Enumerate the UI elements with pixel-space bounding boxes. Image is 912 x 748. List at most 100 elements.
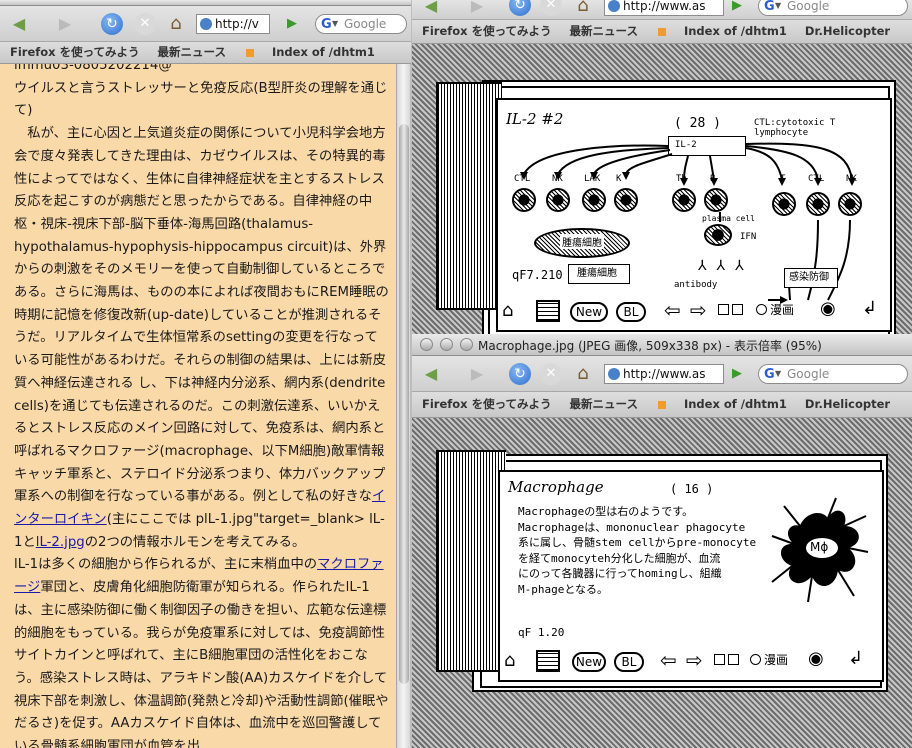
bookmark-dr-helicopter[interactable]: Dr.Helicopter <box>805 397 890 411</box>
bookmark-index[interactable]: Index of /dhtm1 <box>684 24 787 38</box>
cell-th <box>672 188 696 212</box>
home-icon[interactable]: ⌂ <box>502 300 513 321</box>
right-arrow-icon[interactable]: ⇨ <box>686 648 703 672</box>
plasma-cell <box>704 224 732 246</box>
return-icon[interactable]: ↲ <box>862 298 877 319</box>
go-button[interactable]: ▶ <box>728 0 746 16</box>
figure-icon[interactable] <box>732 304 743 315</box>
label-k: K <box>616 174 622 184</box>
zoom-window-button[interactable] <box>460 338 473 351</box>
forward-button[interactable]: ▶ <box>464 0 490 18</box>
return-icon[interactable]: ↲ <box>848 648 863 669</box>
new-button[interactable]: New <box>572 652 606 672</box>
left-browser-window: ◀ ▶ ↻ ✕ ⌂ http://v ▶ G ▼ Google Firefox を使… <box>0 0 411 748</box>
window-title: Macrophage.jpg (JPEG 画像, 509x338 px) - 表… <box>478 339 822 353</box>
article-id: immu03-0805202214@ <box>14 64 172 73</box>
bl-button[interactable]: BL <box>616 302 646 322</box>
manga-label: 漫画 <box>764 653 789 667</box>
forward-button[interactable]: ▶ <box>464 362 490 386</box>
book-icon[interactable] <box>536 300 560 322</box>
top-right-bookmarks-bar: Firefox を使ってみよう 最新ニュース Index of /dhtm1 Dr.H… <box>412 20 912 44</box>
infection-defense-box: 感染防御 <box>784 268 838 288</box>
left-arrow-icon[interactable]: ⇦ <box>664 298 681 322</box>
cell-k <box>614 188 638 212</box>
label-b: B <box>710 174 716 184</box>
paragraph-2b-text: 軍団と、皮膚角化細胞防衛軍が知られる。作られたlL-1は、主に感染防御に働く制御… <box>14 580 389 748</box>
back-button[interactable]: ◀ <box>6 12 32 36</box>
paragraph-1c-text: の2つの情報ホルモンを考えてみる。 <box>84 534 306 550</box>
go-button[interactable]: ▶ <box>728 364 746 384</box>
label-nk-right: NK <box>846 174 857 184</box>
url-field[interactable]: http://www.as <box>604 0 724 16</box>
scrollbar-thumb[interactable] <box>399 124 409 684</box>
body-line-2: Macrophageは、mononuclear phagocyte <box>518 520 746 534</box>
bookmark-index[interactable]: Index of /dhtm1 <box>684 397 787 411</box>
article-paragraph-2: lL-1は多くの細胞から作られるが、主に末梢血中のマクロファージ軍団と、皮膚角化… <box>14 554 390 748</box>
bookmark-news-label: 最新ニュース <box>569 24 638 38</box>
bookmark-firefox[interactable]: Firefox を使ってみよう <box>10 45 140 59</box>
minimize-window-button[interactable] <box>440 338 453 351</box>
go-button[interactable]: ▶ <box>283 14 301 34</box>
rss-icon <box>657 27 666 36</box>
forward-button[interactable]: ▶ <box>52 12 78 36</box>
card-title: Macrophage <box>508 478 604 496</box>
url-field[interactable]: http://v <box>196 14 270 34</box>
reload-button[interactable]: ↻ <box>101 13 123 35</box>
bookmark-dr-helicopter[interactable]: Dr.Helicopter <box>805 24 890 38</box>
google-icon: G <box>764 367 775 382</box>
label-th: Th <box>676 174 687 184</box>
bookmark-firefox[interactable]: Firefox を使ってみよう <box>422 397 552 411</box>
eye-icon[interactable]: ◉ <box>808 648 824 669</box>
eye-icon[interactable]: ◉ <box>820 298 836 319</box>
vertical-scrollbar[interactable] <box>396 64 410 748</box>
bookmark-news[interactable]: 最新ニュース <box>570 397 666 411</box>
cell-t <box>772 192 796 216</box>
radio-icon[interactable] <box>750 654 761 665</box>
home-icon[interactable]: ⌂ <box>504 650 515 671</box>
il2-image-link[interactable]: lL-2.jpg <box>36 535 85 550</box>
close-window-button[interactable] <box>420 338 433 351</box>
home-button[interactable]: ⌂ <box>570 362 596 386</box>
back-button[interactable]: ◀ <box>418 0 444 18</box>
search-field[interactable]: G ▼ Google <box>758 0 908 16</box>
home-button[interactable]: ⌂ <box>163 12 189 36</box>
card-nav-bar: ⌂ New BL ⇦ ⇨ 漫画 ◉ ↲ <box>504 648 880 676</box>
antibody-icons: ⅄⅄⅄ <box>698 258 754 274</box>
reload-button[interactable]: ↻ <box>509 363 531 385</box>
bookmark-news[interactable]: 最新ニュース <box>570 24 666 38</box>
left-arrow-icon[interactable]: ⇦ <box>660 648 677 672</box>
cell-nk-right <box>838 192 862 216</box>
new-button[interactable]: New <box>570 302 608 322</box>
book-icon[interactable] <box>536 650 560 672</box>
book-pages-edge <box>436 450 506 672</box>
ifn-label: IFN <box>740 232 757 242</box>
reload-button[interactable]: ↻ <box>509 0 531 16</box>
url-field[interactable]: http://www.as <box>604 364 724 384</box>
bl-button[interactable]: BL <box>614 652 644 672</box>
stop-button[interactable]: ✕ <box>540 363 562 385</box>
search-placeholder: Google <box>787 367 830 381</box>
checkbox-icon[interactable] <box>714 654 725 665</box>
right-arrow-icon[interactable]: ⇨ <box>690 298 707 322</box>
checkbox-icon[interactable] <box>718 304 729 315</box>
radio-icon[interactable] <box>756 304 767 315</box>
bookmark-firefox[interactable]: Firefox を使ってみよう <box>422 24 552 38</box>
stop-button[interactable]: ✕ <box>540 0 562 16</box>
figure-icon[interactable] <box>728 654 739 665</box>
left-navigation-toolbar: ◀ ▶ ↻ ✕ ⌂ http://v ▶ G ▼ Google <box>0 6 411 42</box>
home-button[interactable]: ⌂ <box>570 0 596 18</box>
chevron-down-icon: ▼ <box>775 369 782 378</box>
back-button[interactable]: ◀ <box>418 362 444 386</box>
search-field[interactable]: G ▼ Google <box>315 14 407 34</box>
cell-ctl-right <box>806 192 830 216</box>
tumor-cell-label: 腫瘍細胞 <box>560 234 604 249</box>
chevron-down-icon: ▼ <box>332 19 339 28</box>
stop-button[interactable]: ✕ <box>134 13 156 35</box>
body-line-6: M-phageとなる。 <box>518 582 609 596</box>
search-field[interactable]: G ▼ Google <box>758 364 908 384</box>
macrophage-label: Mϕ <box>810 540 829 554</box>
antibody-label: antibody <box>674 280 718 290</box>
bookmark-news[interactable]: 最新ニュース <box>158 45 254 59</box>
bookmark-index[interactable]: Index of /dhtm1 <box>272 45 375 59</box>
url-text: http://www.as <box>623 367 706 381</box>
